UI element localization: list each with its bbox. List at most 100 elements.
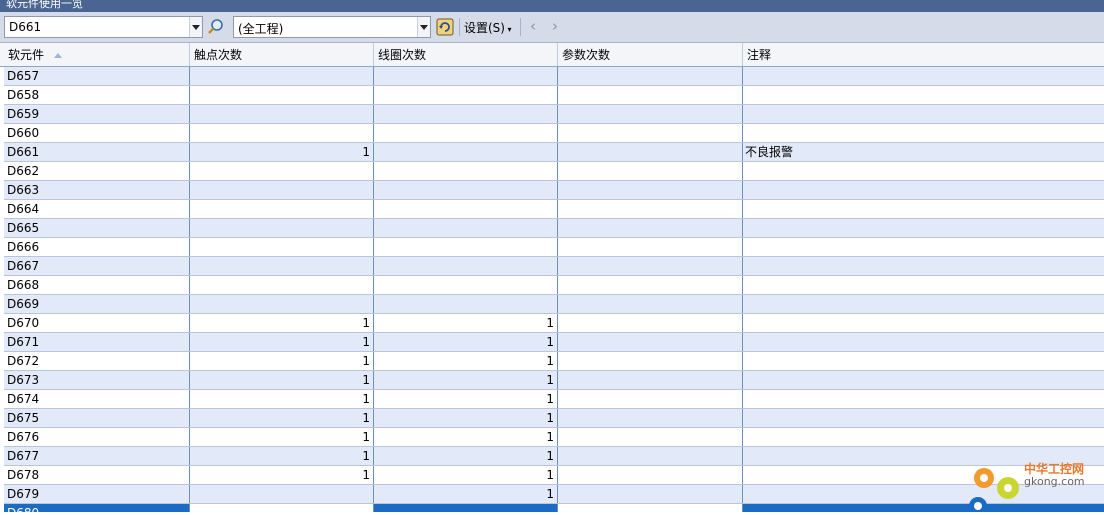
- cell-comment[interactable]: [743, 371, 1104, 389]
- scope-combo[interactable]: (全工程): [233, 16, 431, 38]
- cell-contact-count[interactable]: [190, 181, 374, 199]
- cell-device[interactable]: D657: [4, 67, 190, 85]
- cell-device[interactable]: D673: [4, 371, 190, 389]
- table-row[interactable]: D661 1 不良报警: [4, 143, 1104, 162]
- table-row[interactable]: D679 1: [4, 485, 1104, 504]
- cell-coil-count[interactable]: 1: [374, 352, 558, 370]
- cell-param-count[interactable]: [558, 200, 743, 218]
- cell-device[interactable]: D660: [4, 124, 190, 142]
- cell-coil-count[interactable]: [374, 504, 558, 512]
- table-row[interactable]: D662: [4, 162, 1104, 181]
- cell-comment[interactable]: [743, 257, 1104, 275]
- cell-contact-count[interactable]: 1: [190, 314, 374, 332]
- cell-device[interactable]: D658: [4, 86, 190, 104]
- cell-device[interactable]: D674: [4, 390, 190, 408]
- cell-coil-count[interactable]: [374, 67, 558, 85]
- cell-param-count[interactable]: [558, 67, 743, 85]
- cell-comment[interactable]: [743, 200, 1104, 218]
- column-header-contact[interactable]: 触点次数: [190, 43, 374, 66]
- cell-contact-count[interactable]: [190, 67, 374, 85]
- cell-contact-count[interactable]: 1: [190, 466, 374, 484]
- table-row[interactable]: D664: [4, 200, 1104, 219]
- cell-param-count[interactable]: [558, 447, 743, 465]
- cell-device[interactable]: D659: [4, 105, 190, 123]
- cell-coil-count[interactable]: 1: [374, 428, 558, 446]
- cell-comment[interactable]: [743, 238, 1104, 256]
- cell-coil-count[interactable]: 1: [374, 333, 558, 351]
- cell-coil-count[interactable]: [374, 257, 558, 275]
- cell-device[interactable]: D661: [4, 143, 190, 161]
- table-row[interactable]: D666: [4, 238, 1104, 257]
- cell-param-count[interactable]: [558, 105, 743, 123]
- table-row[interactable]: D668: [4, 276, 1104, 295]
- cell-contact-count[interactable]: [190, 295, 374, 313]
- cell-contact-count[interactable]: 1: [190, 143, 374, 161]
- refresh-icon[interactable]: [436, 18, 454, 36]
- cell-coil-count[interactable]: 1: [374, 485, 558, 503]
- cell-param-count[interactable]: [558, 485, 743, 503]
- cell-device[interactable]: D679: [4, 485, 190, 503]
- cell-contact-count[interactable]: 1: [190, 352, 374, 370]
- cell-device[interactable]: D676: [4, 428, 190, 446]
- table-row[interactable]: D663: [4, 181, 1104, 200]
- cell-coil-count[interactable]: 1: [374, 314, 558, 332]
- cell-device[interactable]: D680: [4, 504, 190, 512]
- table-row[interactable]: D677 1 1: [4, 447, 1104, 466]
- cell-comment[interactable]: [743, 124, 1104, 142]
- cell-device[interactable]: D662: [4, 162, 190, 180]
- cell-param-count[interactable]: [558, 276, 743, 294]
- cell-contact-count[interactable]: [190, 238, 374, 256]
- cell-contact-count[interactable]: [190, 200, 374, 218]
- cell-coil-count[interactable]: [374, 238, 558, 256]
- cell-contact-count[interactable]: 1: [190, 409, 374, 427]
- cell-coil-count[interactable]: [374, 162, 558, 180]
- cell-comment[interactable]: [743, 276, 1104, 294]
- cell-comment[interactable]: [743, 314, 1104, 332]
- cell-coil-count[interactable]: [374, 86, 558, 104]
- cell-param-count[interactable]: [558, 295, 743, 313]
- cell-param-count[interactable]: [558, 409, 743, 427]
- cell-coil-count[interactable]: [374, 276, 558, 294]
- cell-device[interactable]: D675: [4, 409, 190, 427]
- table-row[interactable]: D673 1 1: [4, 371, 1104, 390]
- cell-comment[interactable]: [743, 86, 1104, 104]
- cell-comment[interactable]: [743, 219, 1104, 237]
- cell-coil-count[interactable]: [374, 124, 558, 142]
- cell-coil-count[interactable]: 1: [374, 390, 558, 408]
- cell-device[interactable]: D669: [4, 295, 190, 313]
- table-row[interactable]: D671 1 1: [4, 333, 1104, 352]
- cell-comment[interactable]: [743, 105, 1104, 123]
- table-row[interactable]: D660: [4, 124, 1104, 143]
- cell-coil-count[interactable]: [374, 295, 558, 313]
- chevron-down-icon[interactable]: [417, 17, 430, 37]
- cell-param-count[interactable]: [558, 219, 743, 237]
- cell-param-count[interactable]: [558, 238, 743, 256]
- table-row[interactable]: D672 1 1: [4, 352, 1104, 371]
- cell-device[interactable]: D666: [4, 238, 190, 256]
- cell-coil-count[interactable]: [374, 143, 558, 161]
- cell-contact-count[interactable]: [190, 86, 374, 104]
- search-icon[interactable]: [207, 18, 225, 36]
- cell-param-count[interactable]: [558, 504, 743, 512]
- cell-param-count[interactable]: [558, 466, 743, 484]
- cell-contact-count[interactable]: [190, 219, 374, 237]
- cell-comment[interactable]: [743, 67, 1104, 85]
- table-row[interactable]: D667: [4, 257, 1104, 276]
- cell-param-count[interactable]: [558, 181, 743, 199]
- cell-contact-count[interactable]: [190, 162, 374, 180]
- table-row[interactable]: D676 1 1: [4, 428, 1104, 447]
- cell-device[interactable]: D672: [4, 352, 190, 370]
- cell-contact-count[interactable]: 1: [190, 333, 374, 351]
- cell-param-count[interactable]: [558, 257, 743, 275]
- cell-param-count[interactable]: [558, 428, 743, 446]
- cell-comment[interactable]: [743, 181, 1104, 199]
- cell-device[interactable]: D670: [4, 314, 190, 332]
- cell-comment[interactable]: [743, 428, 1104, 446]
- cell-device[interactable]: D668: [4, 276, 190, 294]
- cell-device[interactable]: D678: [4, 466, 190, 484]
- column-header-comment[interactable]: 注释: [743, 43, 1104, 66]
- cell-param-count[interactable]: [558, 124, 743, 142]
- cell-comment[interactable]: [743, 162, 1104, 180]
- cell-contact-count[interactable]: 1: [190, 390, 374, 408]
- cell-coil-count[interactable]: [374, 219, 558, 237]
